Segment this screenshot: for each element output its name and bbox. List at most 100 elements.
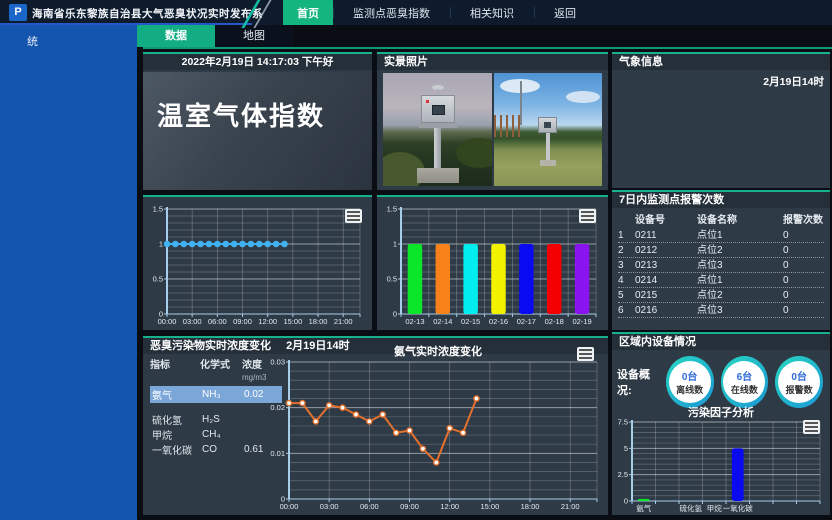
greenhouse-index-title: 温室气体指数 [157, 96, 325, 133]
svg-text:02-19: 02-19 [572, 317, 591, 326]
ammonia-line-chart: 00.010.020.0300:0003:0006:0009:0012:0015… [269, 358, 605, 513]
svg-text:0.03: 0.03 [270, 358, 285, 367]
svg-text:00:00: 00:00 [158, 317, 177, 326]
topbar-accent-line [0, 23, 252, 25]
pollutant-row-ch4[interactable]: 甲烷 CH₄ [150, 427, 282, 442]
svg-text:1: 1 [159, 240, 163, 249]
chart-menu-icon[interactable] [803, 420, 820, 434]
monitor-device [538, 117, 557, 133]
table-row: 40214点位10 [618, 273, 824, 288]
pollutant-row-h2s[interactable]: 硫化氢 H₂S [150, 412, 282, 427]
main-nav: 首页 监测点恶臭指数 相关知识 返回 [283, 0, 596, 25]
svg-text:12:00: 12:00 [258, 317, 277, 326]
svg-text:1: 1 [393, 240, 397, 249]
svg-text:21:00: 21:00 [334, 317, 353, 326]
col-device-name: 设备名称 [697, 213, 783, 228]
svg-text:02-17: 02-17 [517, 317, 536, 326]
photo-strip [383, 73, 602, 186]
topbar: P 海南省乐东黎族自治县大气恶臭状况实时发布系 首页 监测点恶臭指数 相关知识 … [0, 0, 832, 25]
svg-text:18:00: 18:00 [309, 317, 328, 326]
vegetation [456, 138, 492, 168]
panel-daily-bar-chart: 00.511.502-1302-1402-1502-1602-1702-1802… [377, 195, 608, 330]
svg-text:02-18: 02-18 [545, 317, 564, 326]
tab-data[interactable]: 数据 [137, 25, 215, 47]
cloud [566, 91, 600, 103]
svg-text:2.5: 2.5 [618, 470, 628, 479]
pollutant-table-header: 指标 化学式 浓度mg/m3 [150, 360, 282, 384]
nav-item-home[interactable]: 首页 [283, 0, 333, 25]
panel-greenhouse-chart: 00.511.500:0003:0006:0009:0012:0015:0018… [143, 195, 372, 330]
svg-text:0.5: 0.5 [387, 275, 397, 284]
panel-devices: 区域内设备情况 设备概况: 0台 离线数 6台 在线数 0台 报警数 [612, 332, 830, 515]
svg-text:0.5: 0.5 [153, 275, 163, 284]
pollutant-row-co[interactable]: 一氧化碳 CO 0.61 [150, 442, 282, 457]
svg-text:1.5: 1.5 [387, 205, 397, 214]
svg-text:02-14: 02-14 [433, 317, 452, 326]
alarm-table: 设备号 设备名称 报警次数 10211点位10 20212点位20 30213点… [618, 213, 824, 318]
nav-item-back[interactable]: 返回 [534, 0, 596, 25]
col-alarm-count: 报警次数 [783, 213, 824, 228]
devices-header: 区域内设备情况 [612, 334, 830, 350]
svg-text:03:00: 03:00 [183, 317, 202, 326]
photos-header: 实景照片 [377, 54, 608, 70]
svg-text:7.5: 7.5 [618, 418, 628, 427]
table-row: 60216点位30 [618, 303, 824, 318]
svg-text:18:00: 18:00 [521, 502, 540, 511]
svg-text:15:00: 15:00 [480, 502, 499, 511]
device-base [540, 160, 556, 166]
app-logo-icon: P [9, 4, 27, 21]
overview-label: 设备概况: [617, 366, 661, 398]
panel-pollutants: 恶臭污染物实时浓度变化 2月19日14时 指标 化学式 浓度mg/m3 氨气 N… [143, 336, 608, 515]
greenhouse-body: 温室气体指数 [143, 72, 372, 190]
daily-bar-chart: 00.511.502-1302-1402-1502-1602-1702-1802… [379, 203, 606, 330]
svg-text:1.5: 1.5 [153, 205, 163, 214]
greenhouse-line-chart: 00.511.500:0003:0006:0009:0012:0015:0018… [145, 203, 370, 330]
svg-text:0: 0 [624, 497, 628, 506]
nav-item-odor-index[interactable]: 监测点恶臭指数 [333, 0, 450, 25]
table-row: 20212点位20 [618, 243, 824, 258]
chart-menu-icon[interactable] [577, 347, 594, 361]
svg-text:0.01: 0.01 [270, 449, 285, 458]
device-pole [434, 128, 441, 170]
tabs-underline [143, 47, 832, 49]
pollutant-table: 指标 化学式 浓度mg/m3 氨气 NH₃ 0.02 硫化氢 H₂S 甲烷 CH… [150, 360, 282, 457]
chart-menu-icon[interactable] [579, 209, 596, 223]
alarm-count-badge: 0台 报警数 [775, 356, 823, 408]
svg-text:09:00: 09:00 [400, 502, 419, 511]
svg-text:02-15: 02-15 [461, 317, 480, 326]
svg-text:15:00: 15:00 [283, 317, 302, 326]
panel-greenhouse-index: 2022年2月19日 14:17:03 下午好 温室气体指数 [143, 52, 372, 190]
table-row: 50215点位20 [618, 288, 824, 303]
device-base [417, 168, 459, 183]
view-tabs: 数据 地图 [137, 25, 293, 47]
svg-text:5: 5 [624, 444, 628, 453]
panel-weather-info: 气象信息 2月19日14时 [612, 52, 830, 188]
svg-text:03:00: 03:00 [320, 502, 339, 511]
pollutant-row-ammonia[interactable]: 氨气 NH₃ 0.02 [150, 386, 282, 403]
table-row: 10211点位10 [618, 228, 824, 243]
svg-text:02-13: 02-13 [405, 317, 424, 326]
nav-item-knowledge[interactable]: 相关知识 [450, 0, 534, 25]
online-count-badge: 6台 在线数 [721, 356, 769, 408]
col-index [618, 213, 635, 228]
datetime-text: 2022年2月19日 14:17:03 下午好 [143, 54, 372, 70]
sidebar-item-system[interactable]: 统 [27, 33, 38, 49]
device-overview: 设备概况: 0台 离线数 6台 在线数 0台 报警数 [617, 356, 830, 408]
fence [494, 115, 524, 137]
offline-count-badge: 0台 离线数 [666, 356, 714, 408]
device-screen [544, 122, 551, 128]
panel-site-photos: 实景照片 [377, 52, 608, 190]
tab-map[interactable]: 地图 [215, 25, 293, 47]
svg-text:02-16: 02-16 [489, 317, 508, 326]
col-device-id: 设备号 [635, 213, 697, 228]
svg-text:09:00: 09:00 [233, 317, 252, 326]
chart-menu-icon[interactable] [345, 209, 362, 223]
svg-text:一氧化碳: 一氧化碳 [723, 503, 753, 513]
panel-alarm-counts: 7日内监测点报警次数 设备号 设备名称 报警次数 10211点位10 20212… [612, 190, 830, 330]
site-photo-1 [383, 73, 492, 186]
pollutants-title: 恶臭污染物实时浓度变化 [150, 340, 271, 352]
svg-text:硫化氢: 硫化氢 [680, 503, 703, 513]
svg-text:0.02: 0.02 [270, 403, 285, 412]
alarm-header: 7日内监测点报警次数 [612, 192, 830, 208]
ammonia-chart-title: 氨气实时浓度变化 [293, 343, 583, 359]
